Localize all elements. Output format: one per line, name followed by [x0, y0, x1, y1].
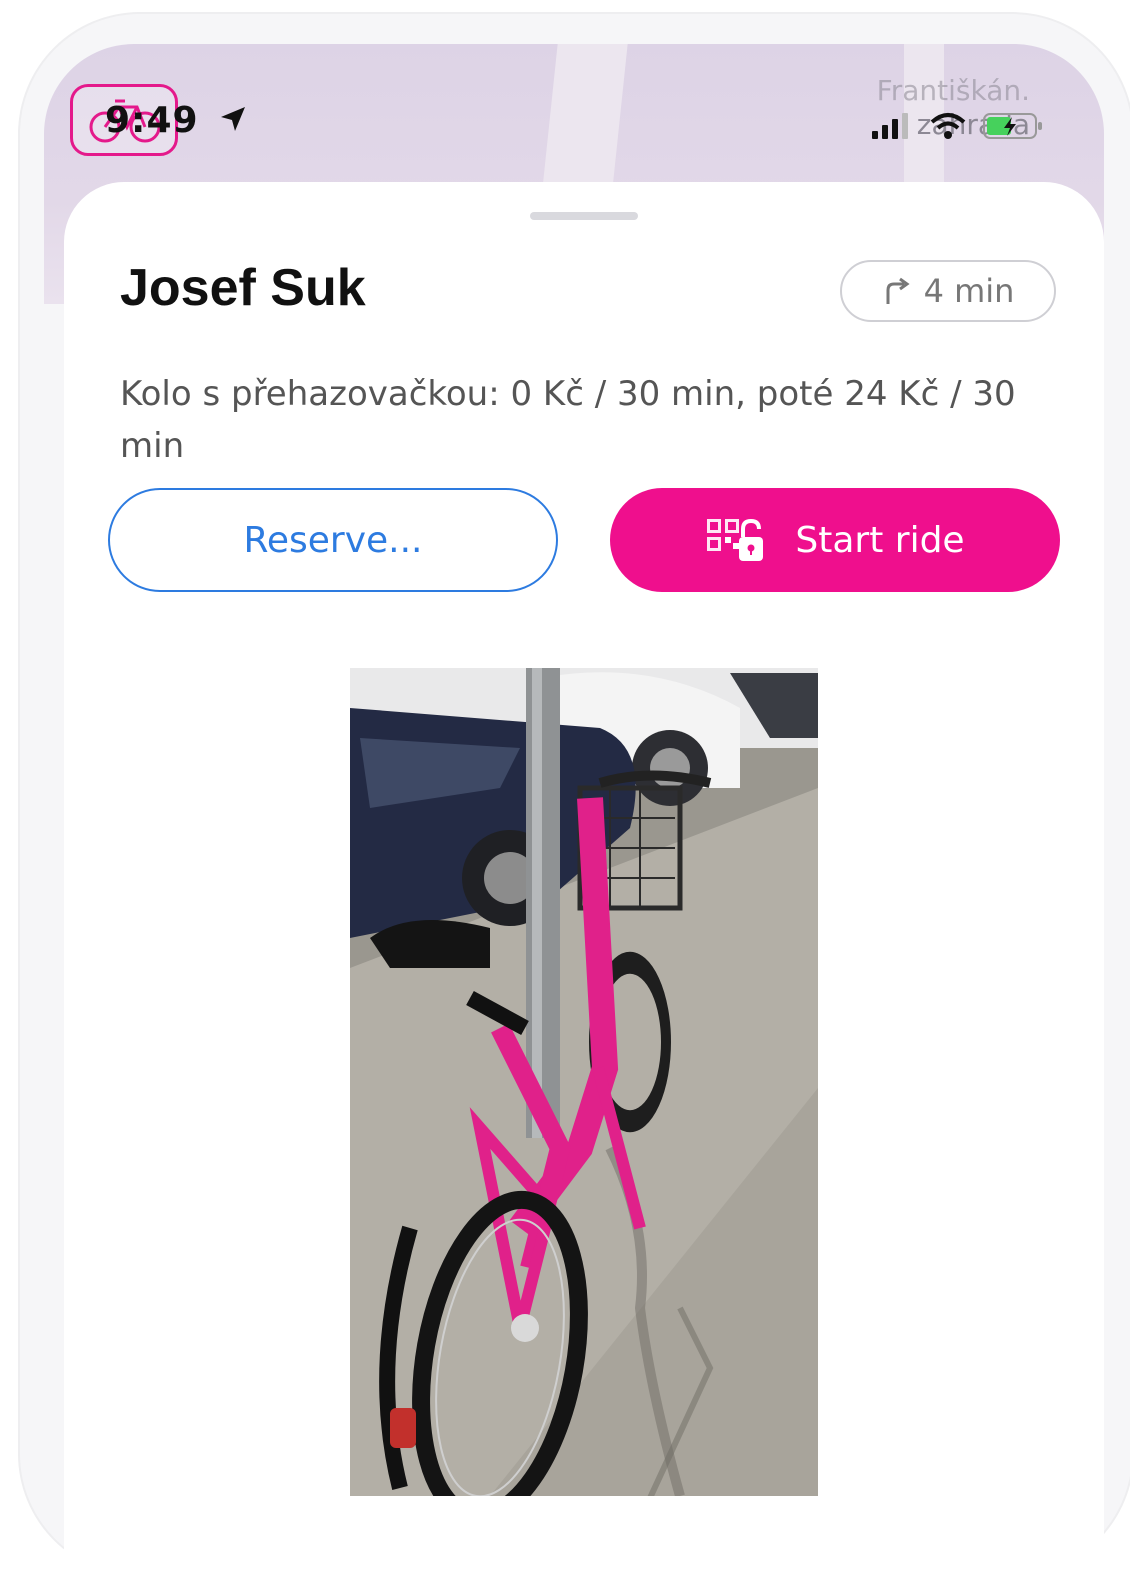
status-time: 9:49	[105, 100, 248, 141]
bike-photo	[350, 668, 818, 1496]
map-place-label-line1: Františkán.	[876, 74, 1030, 107]
station-title: Josef Suk	[120, 259, 366, 317]
location-arrow-icon	[221, 107, 246, 131]
status-bar-icons	[870, 106, 1046, 146]
eta-button[interactable]: 4 min	[840, 260, 1056, 322]
pricing-text: Kolo s přehazovačkou: 0 Kč / 30 min, pot…	[120, 374, 1016, 466]
eta-label: 4 min	[923, 272, 1015, 310]
qr-unlock-icon	[707, 518, 764, 561]
reserve-button-label: Reserve...	[243, 519, 423, 561]
battery-charging-icon	[983, 113, 1042, 139]
cellular-signal-icon	[872, 113, 908, 139]
sheet-grabber[interactable]	[530, 212, 638, 220]
start-ride-button-label: Start ride	[795, 519, 965, 561]
status-time-text: 9:49	[105, 100, 199, 141]
start-ride-button[interactable]: Start ride	[610, 488, 1060, 592]
turn-right-arrow-icon	[886, 277, 910, 304]
wifi-icon	[930, 113, 966, 139]
reserve-button[interactable]: Reserve...	[108, 488, 558, 592]
